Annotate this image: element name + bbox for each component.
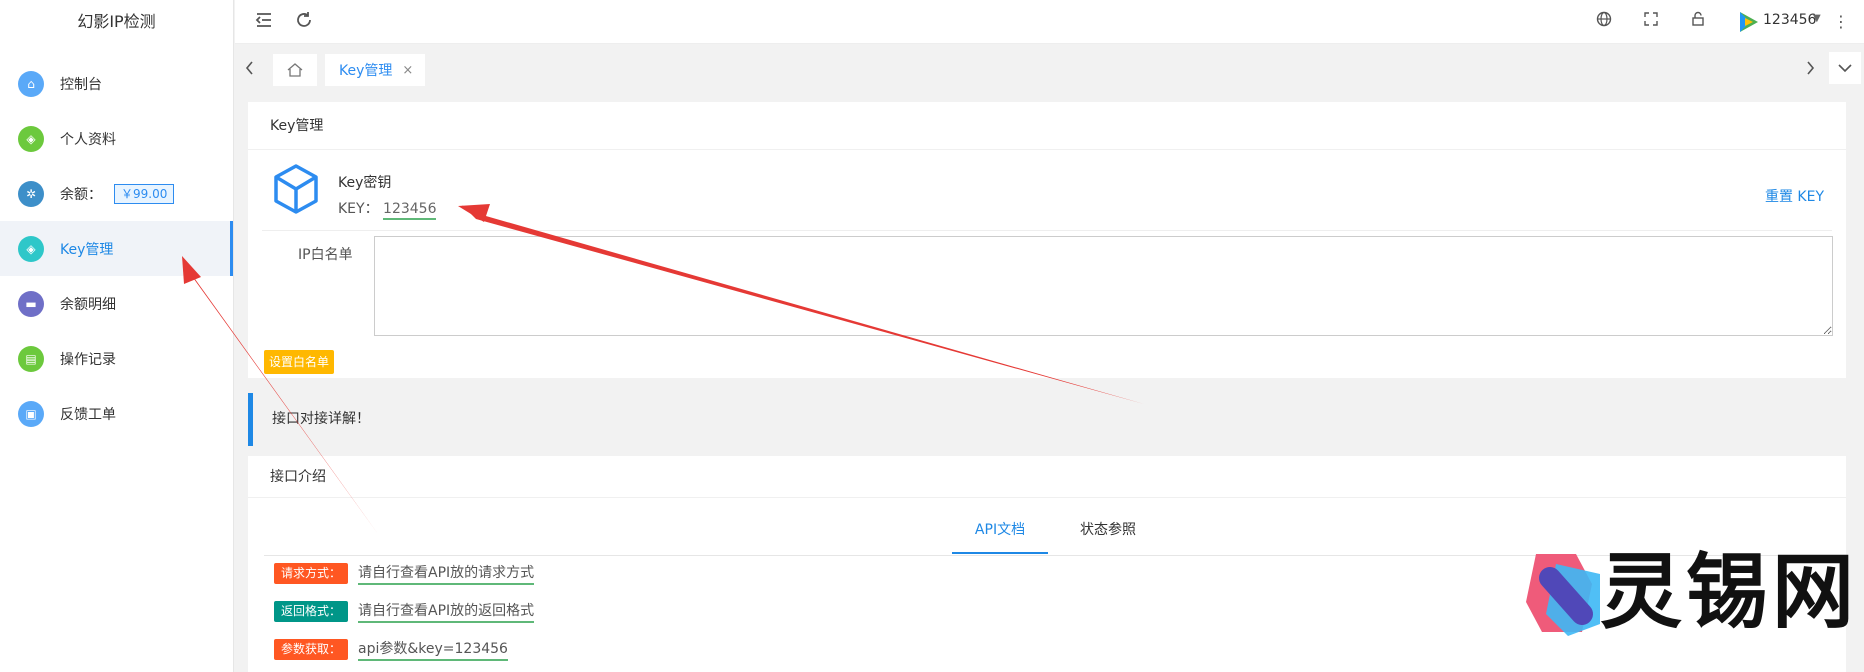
params-tag: 参数获取： [274, 639, 349, 660]
sidebar-nav: ⌂ 控制台 ◈ 个人资料 ✲ 余额： ￥99.00 ◈ Key管理 ▬ 余额明细… [0, 56, 233, 441]
balance-badge: ￥99.00 [114, 183, 175, 204]
chevron-down-icon [1838, 64, 1852, 73]
ticket-icon: ▣ [18, 400, 44, 427]
sidebar-item-label: Key管理 [60, 241, 114, 258]
params-text: api参数&key=123456 [358, 638, 508, 661]
key-title: Key密钥 [338, 175, 392, 191]
sidebar-item-label: 个人资料 [60, 131, 116, 148]
tab-label: Key管理 [339, 63, 393, 79]
sidebar-item-label: 反馈工单 [60, 406, 116, 423]
divider [262, 230, 1832, 231]
key-panel: Key管理 Key密钥 KEY： 123456 重置 KEY IP白名单 设置白… [248, 102, 1846, 378]
lock-icon[interactable] [1687, 11, 1709, 33]
request-method-tag: 请求方式： [274, 563, 349, 584]
tabs-bar: Key管理 × [235, 45, 1864, 93]
sidebar-item-feedback[interactable]: ▣ 反馈工单 [0, 386, 233, 441]
user-name[interactable]: 123456 [1763, 12, 1816, 28]
return-format-tag: 返回格式： [274, 601, 349, 622]
sidebar-item-console[interactable]: ⌂ 控制台 [0, 56, 233, 111]
return-format-text: 请自行查看API放的返回格式 [358, 600, 535, 623]
refresh-icon[interactable] [293, 11, 315, 33]
avatar[interactable] [1735, 9, 1761, 35]
ip-whitelist-label: IP白名单 [298, 247, 353, 263]
api-notice: 接口对接详解！ [248, 393, 1846, 446]
sidebar-item-label: 余额明细 [60, 296, 116, 313]
watermark-text: 灵锡网 [1600, 545, 1859, 640]
cube-icon: ◈ [18, 125, 44, 152]
key-value: 123456 [383, 201, 437, 220]
reset-key-link[interactable]: 重置 KEY [1765, 186, 1824, 206]
key-line: KEY： 123456 [338, 198, 437, 220]
tabs-dropdown-button[interactable] [1829, 52, 1861, 84]
request-method-text: 请自行查看API放的请求方式 [358, 562, 535, 585]
sidebar-item-label: 操作记录 [60, 351, 116, 368]
home-icon: ⌂ [18, 70, 44, 97]
gear-icon: ✲ [18, 180, 44, 207]
sidebar-item-key-management[interactable]: ◈ Key管理 [0, 221, 233, 276]
sidebar-item-balance-detail[interactable]: ▬ 余额明细 [0, 276, 233, 331]
globe-icon[interactable] [1593, 11, 1615, 33]
chevron-left-icon[interactable] [243, 59, 257, 81]
sidebar: 幻影IP检测 ⌂ 控制台 ◈ 个人资料 ✲ 余额： ￥99.00 ◈ Key管理… [0, 0, 234, 672]
message-icon: ▬ [18, 290, 44, 317]
sidebar-item-balance[interactable]: ✲ 余额： ￥99.00 [0, 166, 233, 221]
tab-key-management[interactable]: Key管理 × [325, 54, 425, 86]
app-logo-title: 幻影IP检测 [77, 12, 156, 31]
sidebar-item-label: 余额： [60, 186, 102, 203]
ip-whitelist-input[interactable] [374, 236, 1833, 336]
cube-icon [274, 164, 318, 214]
panel-title: Key管理 [248, 102, 1846, 150]
doc-row-return: 返回格式： 请自行查看API放的返回格式 [274, 600, 535, 623]
tab-home[interactable] [273, 54, 317, 86]
menu-fold-icon[interactable] [253, 11, 275, 33]
more-icon[interactable]: ⋮ [1830, 11, 1852, 33]
chevron-down-icon[interactable]: ▼ [1813, 13, 1821, 24]
key-row: Key密钥 KEY： 123456 重置 KEY [270, 162, 1824, 232]
sidebar-item-operation-log[interactable]: ▤ 操作记录 [0, 331, 233, 386]
cube-icon: ◈ [18, 235, 44, 262]
panel-title: 接口介绍 [248, 456, 1846, 498]
home-icon [287, 63, 303, 77]
close-icon[interactable]: × [402, 63, 413, 78]
fullscreen-icon[interactable] [1640, 11, 1662, 33]
sidebar-item-label: 控制台 [60, 76, 102, 93]
doc-row-request: 请求方式： 请自行查看API放的请求方式 [274, 562, 535, 585]
doc-row-params: 参数获取： api参数&key=123456 [274, 638, 508, 661]
chevron-right-icon[interactable] [1803, 59, 1817, 81]
document-icon: ▤ [18, 345, 44, 372]
key-prefix: KEY： [338, 201, 379, 217]
set-whitelist-button[interactable]: 设置白名单 [264, 350, 335, 374]
tab-api-doc[interactable]: API文档 [952, 506, 1048, 554]
sidebar-item-profile[interactable]: ◈ 个人资料 [0, 111, 233, 166]
tab-status-reference[interactable]: 状态参照 [1060, 506, 1156, 554]
top-header: 123456 ▼ ⋮ [235, 0, 1864, 44]
